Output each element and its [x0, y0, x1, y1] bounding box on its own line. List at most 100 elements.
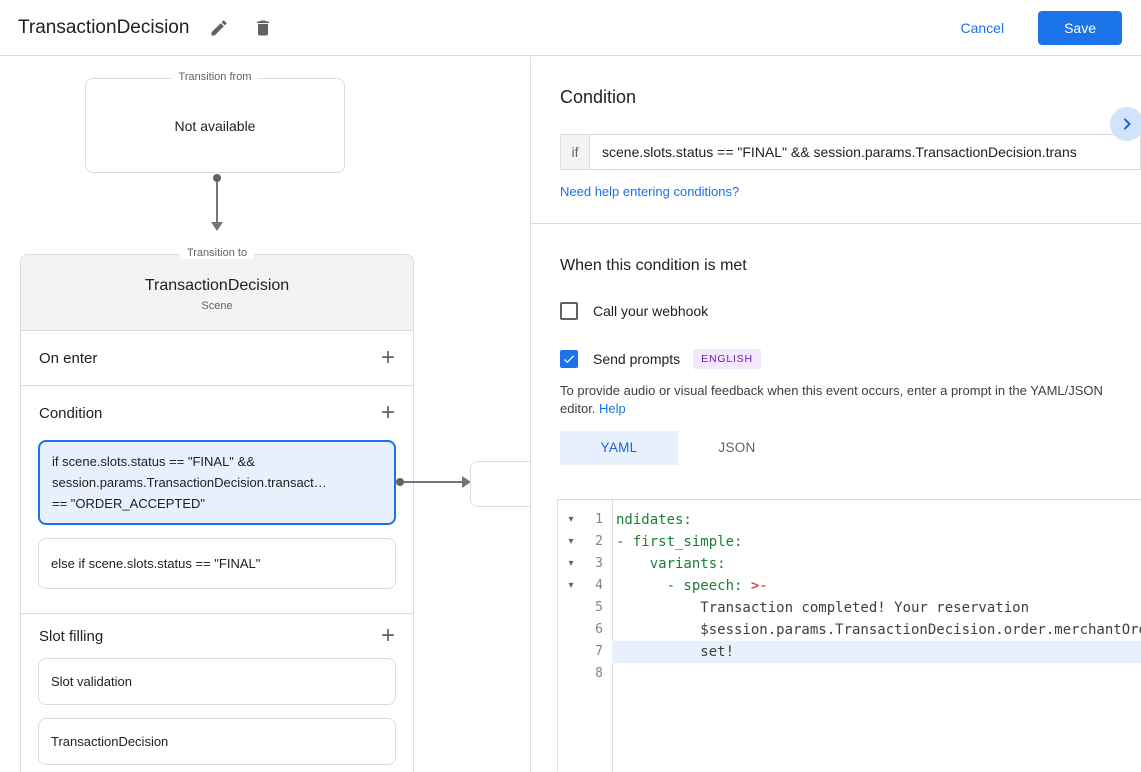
- if-prefix-label: if: [560, 134, 590, 170]
- on-enter-label: On enter: [39, 349, 98, 367]
- code-token: - speech:: [616, 578, 751, 594]
- trash-icon: [257, 20, 270, 35]
- connector-line-right: [404, 481, 462, 483]
- editor-line: 8: [558, 663, 1141, 685]
- editor-tabs: YAML JSON: [560, 431, 1141, 465]
- editor-line: ▾ 4 - speech: >-: [558, 575, 1141, 597]
- delete-button[interactable]: [249, 14, 277, 42]
- yaml-editor[interactable]: ▾ 1 ndidates: ▾ 2 - first_simple: ▾ 3 variants:…: [557, 499, 1141, 772]
- scene-type: Scene: [201, 300, 233, 312]
- add-on-enter-icon[interactable]: +: [381, 346, 395, 370]
- call-webhook-label: Call your webhook: [593, 303, 709, 319]
- collapse-panel-button[interactable]: [1110, 107, 1141, 141]
- save-button[interactable]: Save: [1038, 10, 1122, 45]
- slot-filling-label: Slot filling: [39, 627, 104, 645]
- send-prompts-row: Send prompts ENGLISH: [560, 349, 1141, 369]
- code-token: - first_simple:: [616, 534, 743, 550]
- editor-line: 6 $session.params.TransactionDecision.or…: [558, 619, 1141, 641]
- panel-divider: [531, 223, 1141, 224]
- code-line[interactable]: $session.params.TransactionDecision.orde…: [612, 619, 1141, 641]
- arrowhead-down-icon: [211, 222, 223, 231]
- scene-card[interactable]: Transition to TransactionDecision Scene …: [20, 247, 414, 772]
- scene-canvas[interactable]: Transition from Not available Transition…: [0, 57, 530, 772]
- chevron-right-icon: [1123, 118, 1131, 130]
- tab-json[interactable]: JSON: [678, 431, 796, 465]
- condition-line: == "ORDER_ACCEPTED": [52, 496, 205, 511]
- slot-item-validation[interactable]: Slot validation: [38, 658, 396, 705]
- line-number: 6: [595, 622, 603, 637]
- edit-button[interactable]: [205, 14, 233, 42]
- checkmark-icon: [563, 355, 575, 364]
- panel-title: Condition: [560, 87, 637, 107]
- connector-dot: [213, 174, 221, 182]
- topbar-right: Cancel Save: [960, 10, 1122, 45]
- condition-line: if scene.slots.status == "FINAL" &&: [52, 454, 255, 469]
- line-number: 2: [595, 534, 603, 549]
- editor-line: ▾ 1 ndidates:: [558, 509, 1141, 531]
- code-token: $session.params.TransactionDecision.orde…: [700, 622, 1141, 638]
- webhook-row: Call your webhook: [560, 302, 1141, 320]
- code-token: set!: [616, 644, 735, 660]
- code-line[interactable]: - speech: >-: [612, 575, 1141, 597]
- prompt-description-text: To provide audio or visual feedback when…: [560, 383, 1103, 416]
- add-condition-icon[interactable]: +: [381, 401, 395, 425]
- language-badge: ENGLISH: [693, 349, 761, 369]
- code-token: ndidates:: [616, 512, 692, 528]
- slot-item-transaction-decision[interactable]: TransactionDecision: [38, 718, 396, 765]
- condition-panel: Condition if Need help entering conditio…: [530, 57, 1141, 772]
- condition-line: session.params.TransactionDecision.trans…: [52, 475, 327, 490]
- transition-to-label: Transition to: [179, 247, 255, 259]
- help-link[interactable]: Help: [599, 401, 626, 416]
- editor-line: ▾ 2 - first_simple:: [558, 531, 1141, 553]
- transition-from-label: Transition from: [171, 71, 259, 83]
- line-number: 5: [595, 600, 603, 615]
- code-line[interactable]: [612, 663, 1141, 685]
- cancel-button[interactable]: Cancel: [960, 20, 1004, 36]
- on-enter-row: On enter +: [21, 331, 413, 386]
- fold-arrow-icon[interactable]: ▾: [558, 509, 584, 531]
- call-webhook-checkbox[interactable]: [560, 302, 578, 320]
- scene-name: TransactionDecision: [144, 277, 290, 294]
- slot-filling-section: Slot filling + Slot validation Transacti…: [21, 614, 413, 765]
- condition-item-selected[interactable]: if scene.slots.status == "FINAL" && sess…: [38, 440, 396, 525]
- topbar-left: TransactionDecision: [18, 14, 277, 42]
- yaml-editor-lines: ▾ 1 ndidates: ▾ 2 - first_simple: ▾ 3 variants:…: [558, 509, 1141, 685]
- line-number: 8: [595, 666, 603, 681]
- next-scene-box[interactable]: [470, 461, 530, 507]
- condition-help-link[interactable]: Need help entering conditions?: [560, 184, 739, 199]
- scene-card-header: TransactionDecision Scene: [21, 255, 413, 331]
- prompt-description: To provide audio or visual feedback when…: [560, 382, 1141, 418]
- code-line[interactable]: set!: [612, 641, 1141, 663]
- send-prompts-checkbox[interactable]: [560, 350, 578, 368]
- connector-line-down: [216, 182, 218, 223]
- topbar: TransactionDecision Cancel Save: [0, 0, 1141, 56]
- code-token: Transaction completed! Your reservation: [616, 600, 1030, 616]
- code-line[interactable]: variants:: [612, 553, 1141, 575]
- condition-expression-input[interactable]: [589, 134, 1141, 170]
- line-number: 7: [595, 644, 603, 659]
- condition-item-else[interactable]: else if scene.slots.status == "FINAL": [38, 538, 396, 589]
- transition-from-content: Not available: [174, 117, 256, 134]
- code-line[interactable]: ndidates:: [612, 509, 1141, 531]
- page-title: TransactionDecision: [18, 16, 190, 38]
- add-slot-icon[interactable]: +: [381, 624, 395, 648]
- fold-arrow-icon[interactable]: ▾: [558, 553, 584, 575]
- code-line[interactable]: Transaction completed! Your reservation: [612, 597, 1141, 619]
- slot-filling-header-row: Slot filling +: [21, 614, 413, 658]
- transition-from-box: Transition from Not available: [85, 71, 345, 173]
- editor-line: 7 set!: [558, 641, 1141, 663]
- condition-line: else if scene.slots.status == "FINAL": [51, 556, 261, 571]
- line-number: 1: [595, 512, 603, 527]
- fold-arrow-icon[interactable]: ▾: [558, 531, 584, 553]
- fold-arrow-icon[interactable]: ▾: [558, 575, 584, 597]
- send-prompts-label: Send prompts: [593, 351, 681, 367]
- code-line[interactable]: - first_simple:: [612, 531, 1141, 553]
- pencil-icon: [211, 19, 227, 35]
- condition-panel-content: Condition if Need help entering conditio…: [531, 86, 1141, 772]
- line-number: 4: [595, 578, 603, 593]
- tab-yaml[interactable]: YAML: [560, 431, 678, 465]
